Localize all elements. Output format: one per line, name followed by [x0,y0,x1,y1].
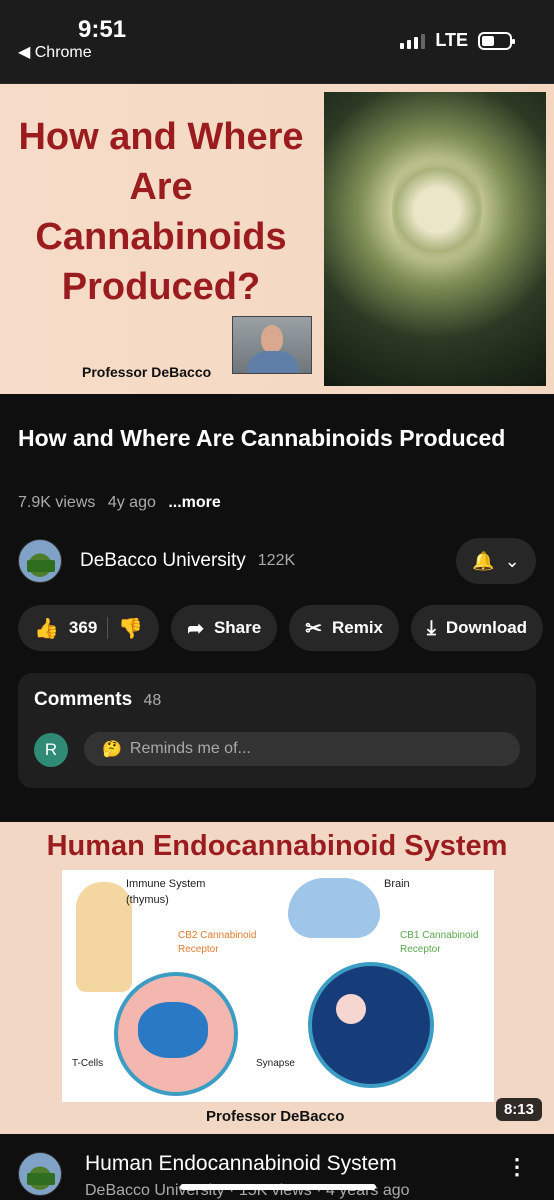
cannabis-plant-image [324,92,546,386]
remix-icon: ✂ [305,617,322,640]
bell-icon: 🔔 [472,550,495,571]
label-cb1-receptor: Receptor [400,944,441,955]
channel-name[interactable]: DeBacco University [80,550,246,572]
label-cb2: CB2 Cannabinoid [178,930,257,941]
download-button[interactable]: ⤓ Download [411,605,544,651]
next-video-title[interactable]: Human Endocannabinoid System [85,1152,397,1176]
video-age: 4y ago [107,494,156,511]
thumbnail-presenter: Professor DeBacco [206,1108,345,1125]
comments-header: Comments 48 [34,689,161,711]
next-video-thumbnail[interactable]: Human Endocannabinoid System Immune Syst… [0,822,554,1134]
thumbnail-presenter: Professor DeBacco [82,364,212,380]
channel-avatar[interactable] [18,1152,62,1196]
thumbs-up-icon[interactable]: 👍 [34,616,59,641]
thumbnail-title: Human Endocannabinoid System [46,830,508,862]
more-options-icon[interactable]: ⋮ [506,1154,528,1180]
diagram-panel: Immune System (thymus) Brain CB2 Cannabi… [62,870,494,1102]
back-to-app-link[interactable]: ◀ Chrome [18,42,92,62]
human-figure-image [76,882,132,992]
video-title[interactable]: How and Where Are Cannabinoids Produced [18,424,538,453]
like-dislike-group: 👍 369 👎 [18,605,160,651]
share-button[interactable]: ➦ Share [171,605,278,651]
label-cb1: CB1 Cannabinoid [400,930,479,941]
label-immune: Immune System [126,878,206,890]
label-thymus: (thymus) [126,894,169,906]
home-indicator[interactable] [180,1184,376,1190]
comment-placeholder: Reminds me of... [129,740,251,757]
presenter-image [232,316,312,374]
comment-input[interactable]: 🤔 Reminds me of... [84,732,520,766]
tcell-circle-image [114,972,238,1096]
like-count[interactable]: 369 [69,618,97,638]
status-bar: 9:51 ◀ Chrome LTE [0,0,554,84]
thinking-face-icon: 🤔 [102,741,122,758]
network-label: LTE [435,30,468,50]
chevron-down-icon: ⌄ [504,550,520,571]
status-indicators: LTE [400,30,515,51]
signal-icon [400,33,426,49]
share-label: Share [213,618,262,637]
thumbs-down-icon[interactable]: 👎 [118,616,143,641]
user-avatar: R [34,733,68,767]
label-brain: Brain [384,878,410,890]
next-video-info[interactable]: Human Endocannabinoid System DeBacco Uni… [18,1150,538,1200]
more-link[interactable]: ...more [168,494,220,511]
label-tcells: T-Cells [72,1058,104,1069]
subscriber-count: 122K [257,552,296,569]
synapse-circle-image [308,962,434,1088]
battery-icon [478,31,515,50]
channel-row[interactable]: DeBacco University 122K [18,538,295,584]
duration-badge: 8:13 [495,1098,542,1121]
video-player[interactable]: How and Where Are Cannabinoids Produced?… [0,84,554,394]
thumbnail-title: How and Where Are Cannabinoids Produced? [18,116,304,308]
subscription-bell-button[interactable]: 🔔 ⌄ [456,538,536,584]
view-count: 7.9K views [18,494,96,511]
comments-label: Comments [34,689,133,710]
brain-image [288,878,380,938]
video-meta[interactable]: 7.9K views 4y ago ...more [18,494,221,512]
remix-label: Remix [331,618,383,637]
download-label: Download [445,618,528,637]
label-cb2-receptor: Receptor [178,944,219,955]
channel-avatar[interactable] [18,539,62,583]
comments-panel[interactable]: Comments 48 R 🤔 Reminds me of... [18,673,536,788]
action-bar: 👍 369 👎 ➦ Share ✂ Remix ⤓ Download [18,605,554,651]
label-synapse: Synapse [256,1058,295,1069]
clock: 9:51 [78,16,127,43]
remix-button[interactable]: ✂ Remix [289,605,399,651]
share-icon: ➦ [187,617,204,640]
comments-count: 48 [143,692,162,709]
download-icon: ⤓ [427,616,436,639]
divider [107,617,109,639]
